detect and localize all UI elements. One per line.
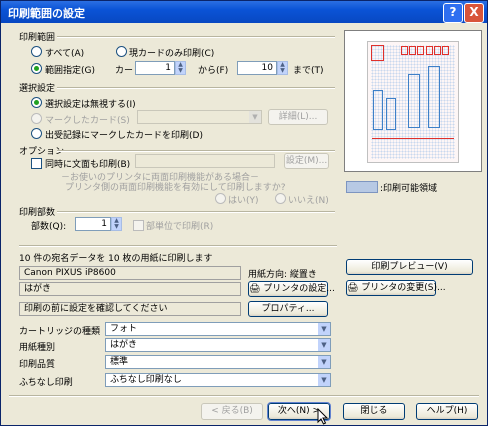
copies-spinner[interactable]: ▲ ▼ bbox=[111, 217, 122, 231]
copies-label: 部数(Q): bbox=[31, 222, 67, 232]
borderless-select[interactable]: ふちなし印刷なし ▼ bbox=[105, 373, 331, 387]
window-title: 印刷範囲の設定 bbox=[8, 7, 85, 20]
quality-value: 標準 bbox=[110, 357, 129, 367]
copies-field[interactable]: 1 bbox=[75, 217, 111, 231]
close-button[interactable]: 閉じる bbox=[343, 403, 405, 420]
print-preview-pane bbox=[344, 30, 482, 172]
paper-name: はがき bbox=[19, 282, 241, 296]
printable-area-legend: :印刷可能領域 bbox=[380, 184, 438, 194]
duplex-settings-button[interactable]: 設定(M)... bbox=[284, 153, 329, 169]
cartridge-select[interactable]: フォト ▼ bbox=[105, 322, 331, 336]
mouse-cursor-icon bbox=[317, 408, 329, 425]
stamp-box bbox=[371, 45, 384, 61]
selection-heading: 選択設定 bbox=[19, 84, 56, 94]
ignore-selection-label: 選択設定は無視する(I) bbox=[45, 100, 136, 110]
duplex-checkbox[interactable] bbox=[31, 158, 42, 169]
printable-area-swatch bbox=[346, 181, 378, 193]
cartridge-label: カートリッジの種類 bbox=[19, 327, 101, 337]
quality-select[interactable]: 標準 ▼ bbox=[105, 355, 331, 369]
print-preview-button[interactable]: 印刷プレビュー(V) bbox=[346, 259, 473, 275]
footer-divider bbox=[9, 395, 479, 397]
paper-type-select[interactable]: はがき ▼ bbox=[105, 338, 331, 352]
chevron-down-icon: ▼ bbox=[318, 323, 330, 335]
range-spec-radio[interactable] bbox=[31, 63, 42, 74]
chevron-down-icon: ▼ bbox=[318, 339, 330, 351]
name-box bbox=[408, 74, 420, 128]
range-spec-label: 範囲指定(G) bbox=[45, 66, 95, 76]
copies-heading: 印刷部数 bbox=[19, 208, 56, 218]
duplex-field bbox=[135, 154, 275, 168]
properties-button[interactable]: プロパティ... bbox=[248, 301, 328, 317]
current-card-label: 現カードのみ印刷(C) bbox=[129, 49, 215, 59]
postcard-preview bbox=[367, 41, 459, 163]
marked-card-label: マークしたカード(S) bbox=[45, 116, 130, 126]
duplex-no-label: いいえ(N) bbox=[288, 196, 329, 206]
collate-checkbox[interactable] bbox=[133, 220, 144, 231]
marked-card-radio[interactable] bbox=[31, 113, 42, 124]
divider bbox=[57, 211, 335, 213]
duplex-no-radio[interactable] bbox=[275, 193, 286, 204]
divider bbox=[57, 87, 335, 89]
duplex-note-2: プリンタ側の両面印刷機能を有効にして印刷しますか? bbox=[65, 183, 286, 193]
help-button[interactable]: ヘルプ(H) bbox=[416, 403, 478, 420]
collate-label: 部単位で印刷(R) bbox=[146, 222, 214, 232]
borderless-label: ふちなし印刷 bbox=[19, 378, 73, 388]
from-label: から(F) bbox=[198, 66, 229, 76]
sender-name-box bbox=[386, 98, 396, 130]
close-icon[interactable]: X bbox=[464, 3, 484, 23]
history-marked-label: 出受記録にマークしたカードを印刷(D) bbox=[45, 131, 203, 141]
to-label: まで(T) bbox=[293, 66, 324, 76]
from-spinner[interactable]: ▲ ▼ bbox=[175, 61, 186, 75]
postal-code-boxes bbox=[401, 46, 453, 56]
all-label: すべて(A) bbox=[45, 49, 85, 59]
divider bbox=[19, 245, 337, 247]
history-marked-radio[interactable] bbox=[31, 128, 42, 139]
current-card-radio[interactable] bbox=[116, 46, 127, 57]
duplex-label: 同時に文面も印刷(B) bbox=[45, 160, 131, 170]
to-field[interactable]: 10 bbox=[237, 61, 277, 75]
ignore-selection-radio[interactable] bbox=[31, 97, 42, 108]
chevron-down-icon: ▼ bbox=[318, 374, 330, 386]
quality-label: 印刷品質 bbox=[19, 360, 56, 370]
duplex-yes-radio[interactable] bbox=[215, 193, 226, 204]
printer-settings-label: プリンタの設定... bbox=[263, 284, 335, 294]
duplex-yes-label: はい(Y) bbox=[228, 196, 259, 206]
paper-type-label: 用紙種別 bbox=[19, 343, 56, 353]
to-spinner[interactable]: ▲ ▼ bbox=[277, 61, 288, 75]
printer-icon: 🖨 bbox=[347, 283, 362, 293]
back-button[interactable]: < 戻る(B) bbox=[201, 403, 263, 420]
print-summary: 10 件の宛名データを 10 枚の用紙に印刷します bbox=[19, 254, 213, 264]
title-bar: 印刷範囲の設定 ? X bbox=[1, 1, 487, 23]
printer-settings-button[interactable]: 🖨 プリンタの設定... bbox=[248, 281, 335, 297]
printer-icon: 🖨 bbox=[249, 284, 264, 294]
address-box bbox=[428, 66, 440, 128]
chevron-down-icon: ▼ bbox=[249, 111, 261, 123]
sender-postal-code bbox=[372, 138, 454, 155]
details-button[interactable]: 詳細(L)... bbox=[268, 109, 328, 125]
all-radio[interactable] bbox=[31, 46, 42, 57]
sender-address-box bbox=[373, 90, 383, 130]
marked-card-select[interactable]: ▼ bbox=[137, 110, 262, 124]
print-range-dialog: 印刷範囲の設定 ? X 印刷範囲 すべて(A) 現カードのみ印刷(C) 範囲指定… bbox=[0, 0, 488, 426]
print-range-heading: 印刷範囲 bbox=[19, 33, 56, 43]
confirm-message: 印刷の前に設定を確認してください bbox=[19, 302, 241, 316]
printer-name: Canon PIXUS iP8600 bbox=[19, 266, 241, 280]
help-icon[interactable]: ? bbox=[443, 3, 463, 23]
borderless-value: ふちなし印刷なし bbox=[110, 375, 182, 385]
change-printer-button[interactable]: 🖨 プリンタの変更(S)... bbox=[346, 280, 446, 296]
from-field[interactable]: 1 bbox=[135, 61, 175, 75]
paper-orientation: 用紙方向: 縦置き bbox=[248, 270, 317, 280]
divider bbox=[57, 36, 335, 38]
cartridge-value: フォト bbox=[110, 324, 138, 334]
divider bbox=[57, 150, 335, 152]
change-printer-label: プリンタの変更(S)... bbox=[361, 283, 446, 293]
chevron-down-icon: ▼ bbox=[318, 356, 330, 368]
paper-type-value: はがき bbox=[110, 340, 138, 350]
